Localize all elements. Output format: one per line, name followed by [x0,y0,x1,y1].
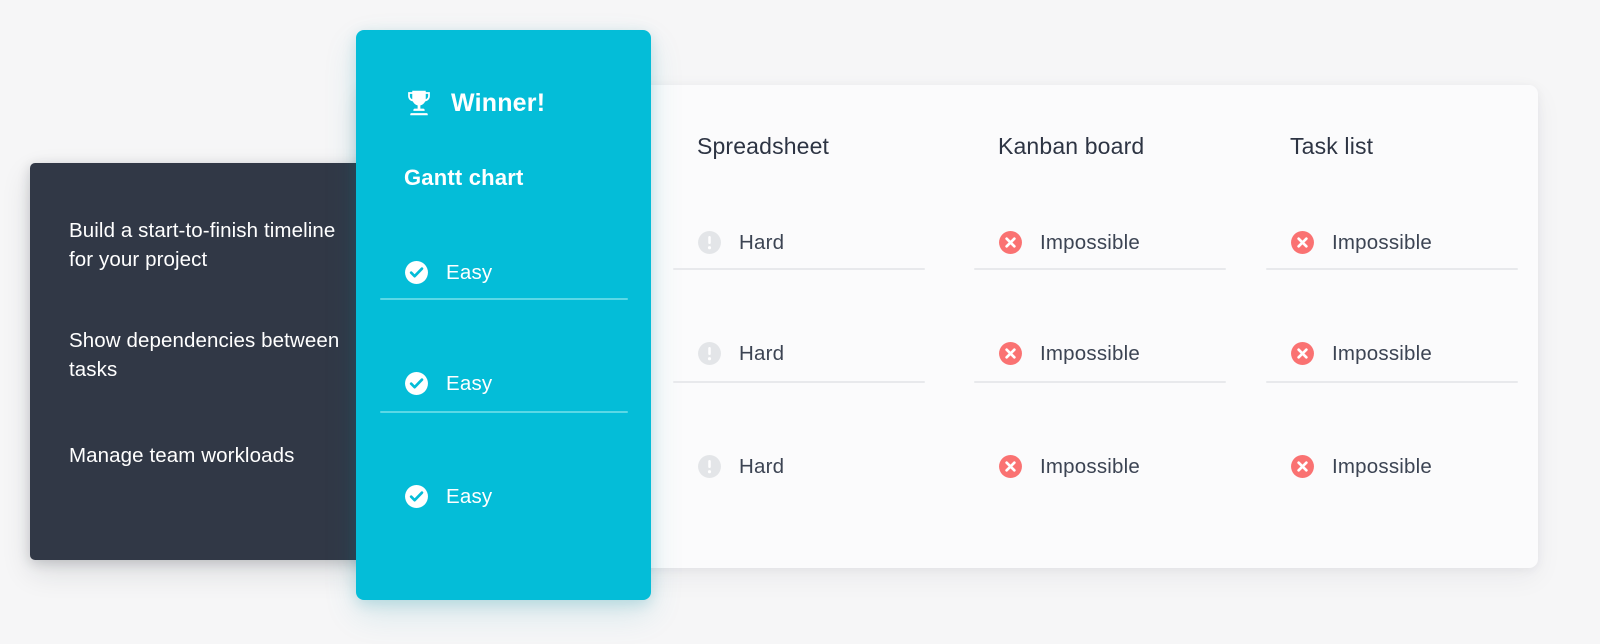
winner-cell: Easy [404,484,492,509]
row-divider [673,381,925,383]
column-kanban-board[interactable]: Kanban board Impossible Impossible Impos… [952,85,1248,568]
column-cell-label: Impossible [1040,230,1140,254]
exclamation-circle-icon [698,342,721,365]
row-divider [974,268,1226,270]
column-task-list[interactable]: Task list Impossible Impossible Impossib… [1244,85,1540,568]
winner-badge-label: Winner! [451,88,546,117]
column-cell: Impossible [998,454,1140,479]
column-cell: Impossible [1290,230,1432,255]
winner-cell: Easy [404,260,492,285]
row-divider [673,268,925,270]
feature-label: Show dependencies between tasks [69,329,340,381]
column-header: Spreadsheet [697,133,830,159]
comparison-columns: Spreadsheet Hard Hard Hard Kanban board … [651,85,1538,568]
winner-badge: Winner! [404,88,545,118]
exclamation-circle-icon [698,231,721,254]
row-divider [380,411,628,413]
x-circle-icon [999,342,1022,365]
row-divider [1266,268,1518,270]
check-circle-icon [405,485,428,508]
feature-list: Build a start-to-finish timeline for you… [69,163,359,560]
feature-label: Build a start-to-finish timeline for you… [69,219,336,271]
column-cell: Impossible [998,341,1140,366]
row-divider [380,298,628,300]
x-circle-icon [1291,455,1314,478]
trophy-icon [408,90,430,116]
column-cell-label: Hard [739,454,785,478]
column-cell-label: Impossible [1040,341,1140,365]
x-circle-icon [1291,342,1314,365]
column-cell-label: Impossible [1332,341,1432,365]
winner-column[interactable]: Winner! Gantt chart Easy Easy Easy [356,30,651,600]
column-cell-label: Impossible [1332,230,1432,254]
winner-column-header: Gantt chart [404,165,524,190]
column-cell: Hard [697,341,784,366]
feature-row: Build a start-to-finish timeline for you… [69,216,359,274]
column-header: Task list [1290,133,1374,159]
comparison-table-stage: Build a start-to-finish timeline for you… [0,0,1600,644]
column-cell-label: Hard [739,230,785,254]
row-divider [1266,381,1518,383]
column-cell-label: Hard [739,341,785,365]
feature-label: Manage team workloads [69,444,295,467]
feature-row: Show dependencies between tasks [69,326,359,384]
column-cell: Impossible [1290,454,1432,479]
column-cell: Hard [697,454,784,479]
column-header: Kanban board [998,133,1145,159]
x-circle-icon [999,231,1022,254]
column-cell: Hard [697,230,784,255]
column-cell-label: Impossible [1332,454,1432,478]
column-cell: Impossible [1290,341,1432,366]
feature-list-panel: Build a start-to-finish timeline for you… [30,163,372,560]
check-circle-icon [405,261,428,284]
column-cell: Impossible [998,230,1140,255]
row-divider [974,381,1226,383]
winner-cell-label: Easy [446,260,493,284]
winner-cell-label: Easy [446,371,493,395]
x-circle-icon [999,455,1022,478]
x-circle-icon [1291,231,1314,254]
exclamation-circle-icon [698,455,721,478]
feature-row: Manage team workloads [69,441,359,470]
winner-cell-label: Easy [446,484,493,508]
winner-cell: Easy [404,371,492,396]
column-spreadsheet[interactable]: Spreadsheet Hard Hard Hard [651,85,947,568]
column-cell-label: Impossible [1040,454,1140,478]
check-circle-icon [405,372,428,395]
